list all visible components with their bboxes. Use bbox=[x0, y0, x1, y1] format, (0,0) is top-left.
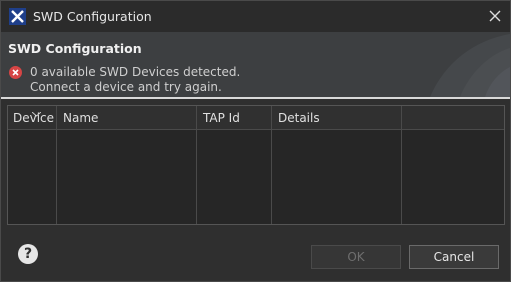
column-header-name[interactable]: Name bbox=[58, 106, 196, 130]
error-message-line2: Connect a device and try again. bbox=[30, 80, 222, 94]
help-icon[interactable]: ? bbox=[18, 244, 38, 264]
error-icon bbox=[9, 66, 22, 79]
cancel-button[interactable]: Cancel bbox=[409, 245, 499, 269]
title-bar[interactable]: SWD Configuration bbox=[1, 1, 510, 32]
column-divider bbox=[401, 106, 402, 224]
swd-configuration-dialog: SWD Configuration SWD Configuration 0 av… bbox=[0, 0, 511, 282]
window-title: SWD Configuration bbox=[33, 9, 152, 24]
column-divider bbox=[271, 106, 272, 224]
banner-decoration bbox=[430, 34, 510, 97]
column-header-empty[interactable] bbox=[403, 106, 503, 130]
table-header: Device Name TAP Id Details bbox=[8, 106, 504, 130]
column-header-tap-id[interactable]: TAP Id bbox=[198, 106, 271, 130]
column-divider bbox=[196, 106, 197, 224]
ok-button[interactable]: OK bbox=[311, 245, 401, 269]
app-logo-icon bbox=[9, 8, 26, 25]
header-banner: SWD Configuration 0 available SWD Device… bbox=[1, 32, 510, 97]
close-icon bbox=[489, 10, 501, 22]
banner-separator bbox=[1, 97, 510, 99]
column-header-device[interactable]: Device bbox=[8, 106, 56, 130]
close-button[interactable] bbox=[480, 1, 510, 32]
error-message-line1: 0 available SWD Devices detected. bbox=[30, 65, 241, 79]
devices-table[interactable]: Device Name TAP Id Details bbox=[7, 105, 505, 225]
banner-title: SWD Configuration bbox=[8, 41, 142, 56]
column-header-details[interactable]: Details bbox=[273, 106, 401, 130]
column-divider bbox=[56, 106, 57, 224]
